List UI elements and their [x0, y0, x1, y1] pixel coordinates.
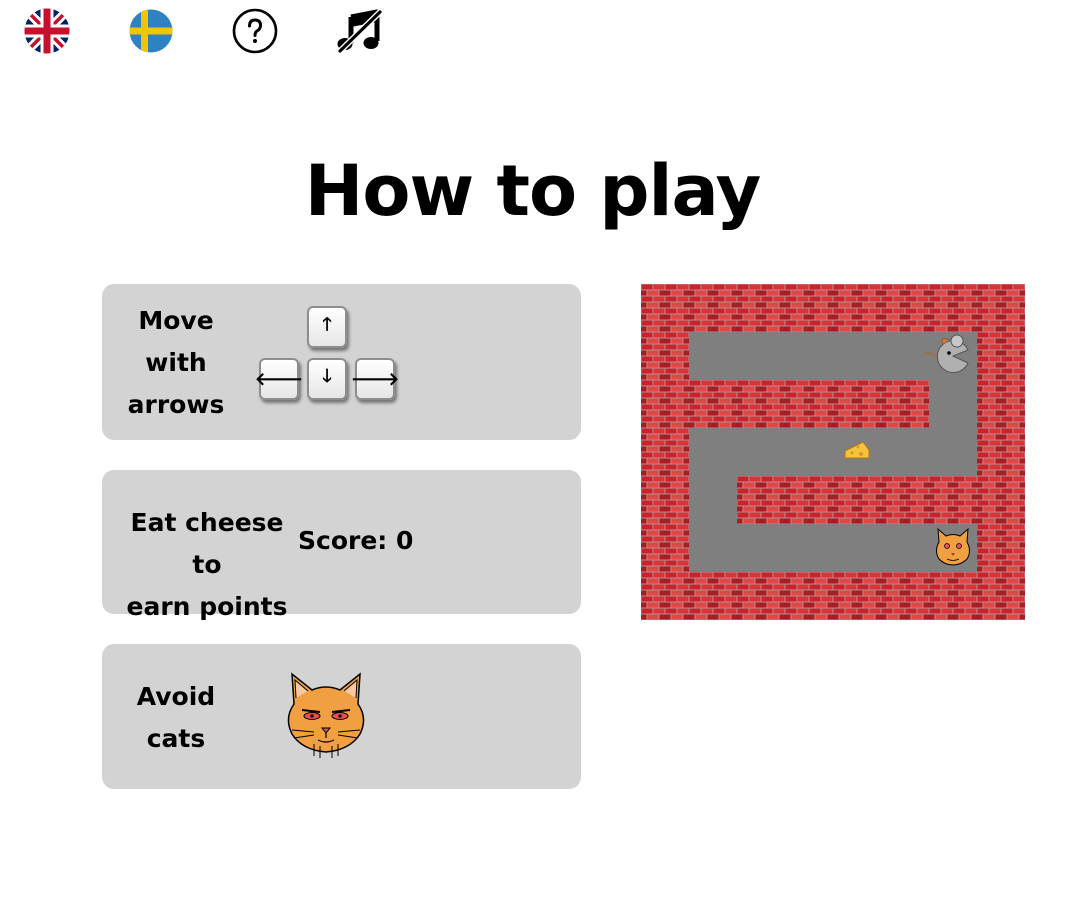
arrow-up-key[interactable]: 🡑 [307, 306, 347, 348]
page-title: How to play [304, 150, 761, 232]
help-graphic [232, 8, 278, 54]
avoid-cats-card: Avoid cats [102, 644, 581, 789]
arrow-right-key[interactable]: 🡒 [351, 358, 399, 400]
cheese-instruction-text: Eat cheese to earn points [126, 508, 288, 621]
move-instruction-text: Move with arrows [127, 306, 225, 419]
music-off-icon[interactable] [335, 7, 383, 55]
cheese-instruction-card: Eat cheese to earn points Score: 0 [102, 470, 581, 621]
english-flag-graphic [24, 8, 70, 54]
arrow-down-key[interactable]: 🡓 [307, 358, 347, 400]
swedish-flag-graphic [129, 9, 173, 53]
cat-icon [287, 672, 365, 758]
avoid-cats-text: Avoid cats [136, 682, 216, 753]
score-display: Score: 0 [298, 526, 414, 555]
english-flag-icon[interactable] [23, 7, 71, 55]
maze-preview [641, 284, 1025, 620]
music-off-graphic [336, 8, 383, 55]
arrow-left-key[interactable]: 🡐 [255, 358, 303, 400]
help-icon[interactable] [231, 7, 279, 55]
move-instruction-card: Move with arrows 🡑 🡐 🡓 🡒 [102, 284, 581, 440]
cat-sprite [936, 527, 970, 566]
swedish-flag-icon[interactable] [127, 7, 175, 55]
top-toolbar [0, 0, 420, 60]
maze-floor [689, 524, 977, 572]
